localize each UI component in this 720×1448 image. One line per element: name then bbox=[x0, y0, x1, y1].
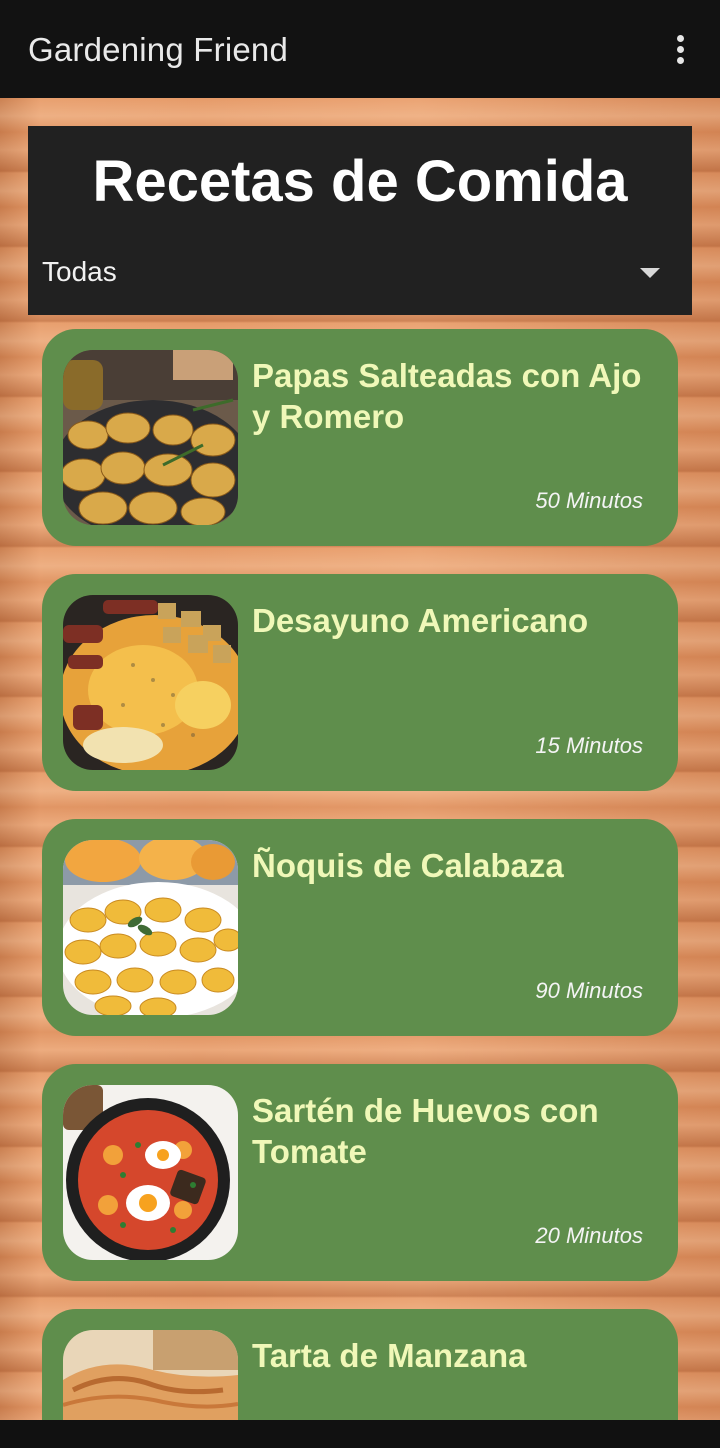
category-filter-select[interactable]: Todas bbox=[28, 238, 692, 298]
egg-tomato-skillet-image bbox=[63, 1085, 238, 1260]
category-filter-value: Todas bbox=[42, 256, 117, 287]
app-title: Gardening Friend bbox=[28, 31, 289, 68]
recipe-card[interactable]: Papas Salteadas con Ajo y Romero 50 Minu… bbox=[42, 329, 678, 546]
recipe-time: 15 Minutos bbox=[535, 733, 643, 758]
recipe-title: Desayuno Americano bbox=[252, 602, 589, 639]
page-title: Recetas de Comida bbox=[92, 149, 628, 214]
apple-tart-image bbox=[63, 1330, 238, 1420]
wood-background: Recetas de Comida Todas Papas Salteadas … bbox=[0, 98, 720, 1420]
recipe-card[interactable]: Tarta de Manzana bbox=[42, 1309, 678, 1420]
recipe-title: Ñoquis de Calabaza bbox=[252, 847, 564, 884]
apple-tart-image bbox=[63, 1330, 238, 1420]
recipe-time: 90 Minutos bbox=[535, 978, 643, 1003]
roasted-potatoes-image bbox=[63, 350, 238, 525]
recipe-title: Sartén de Huevos con Tomate bbox=[252, 1092, 599, 1170]
recipe-title: Papas Salteadas con Ajo y Romero bbox=[252, 357, 642, 435]
roasted-potatoes-image bbox=[63, 350, 238, 525]
recipe-title: Tarta de Manzana bbox=[252, 1337, 527, 1374]
bottom-edge bbox=[0, 1420, 720, 1448]
dropdown-arrow-icon[interactable] bbox=[640, 268, 660, 278]
recipe-card[interactable]: Sartén de Huevos con Tomate 20 Minutos bbox=[42, 1064, 678, 1281]
pumpkin-gnocchi-image bbox=[63, 840, 238, 1015]
recipe-card[interactable]: Ñoquis de Calabaza 90 Minutos bbox=[42, 819, 678, 1036]
app-bar: Gardening Friend bbox=[0, 0, 720, 98]
pumpkin-gnocchi-image bbox=[63, 840, 238, 1015]
egg-tomato-skillet-image bbox=[63, 1085, 238, 1260]
american-breakfast-image bbox=[63, 595, 238, 770]
more-vert-dot bbox=[677, 57, 684, 64]
recipe-time: 50 Minutos bbox=[535, 488, 643, 513]
american-breakfast-image bbox=[63, 595, 238, 770]
recipe-time: 20 Minutos bbox=[535, 1223, 643, 1248]
recipe-card[interactable]: Desayuno Americano 15 Minutos bbox=[42, 574, 678, 791]
more-vert-icon[interactable] bbox=[664, 30, 698, 70]
header-panel: Recetas de Comida Todas bbox=[28, 126, 692, 315]
more-vert-dot bbox=[677, 46, 684, 53]
more-vert-dot bbox=[677, 35, 684, 42]
